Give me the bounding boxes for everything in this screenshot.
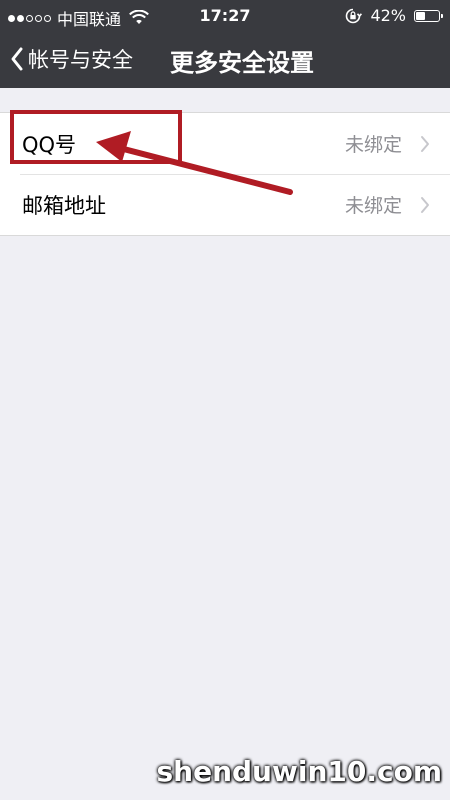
watermark: shenduwin10.com [156, 755, 442, 788]
annotation-arrow-icon [96, 131, 293, 195]
